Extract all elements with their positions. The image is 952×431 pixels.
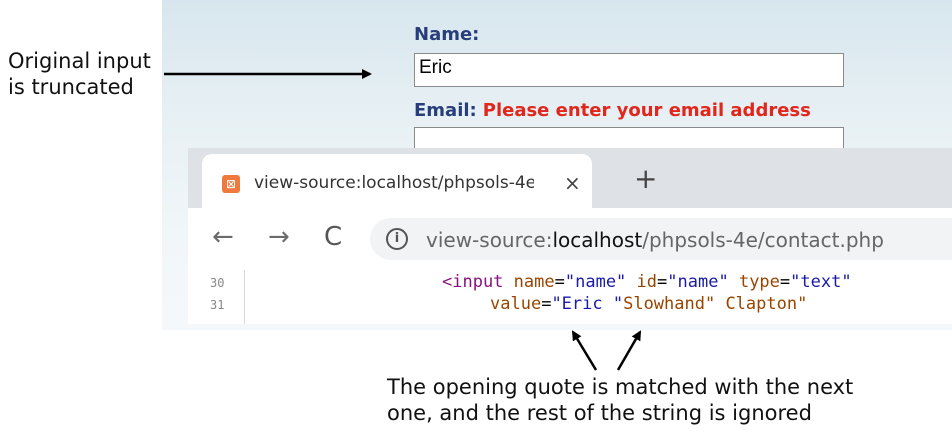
- arrow-to-second-quote: [616, 330, 642, 371]
- callout-arrows: [164, 69, 642, 371]
- arrow-to-first-quote: [571, 330, 598, 371]
